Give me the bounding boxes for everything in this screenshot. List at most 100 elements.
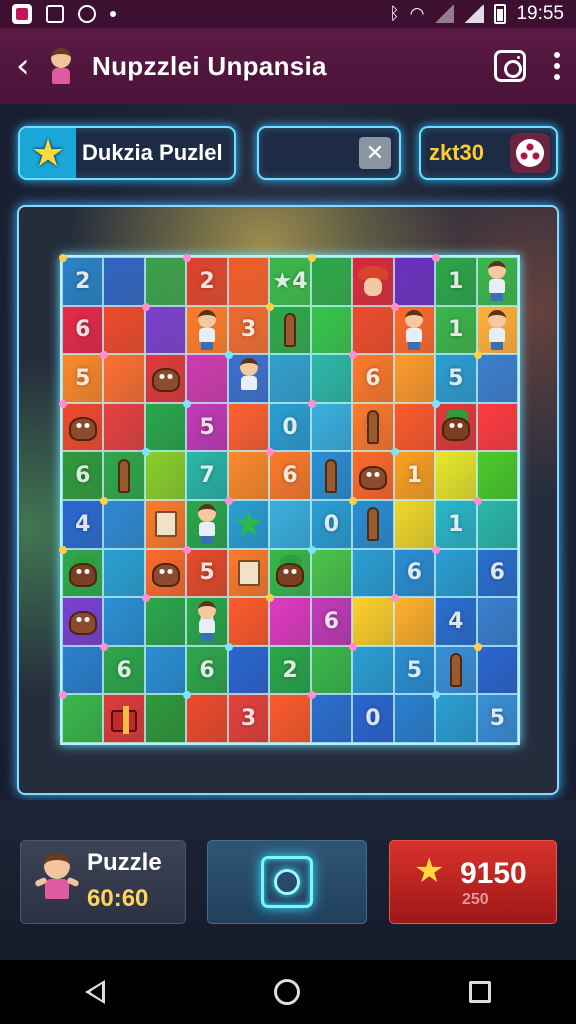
board-cell[interactable]: 1 <box>432 254 477 306</box>
back-triangle-icon[interactable] <box>84 980 105 1004</box>
board-cell[interactable] <box>227 402 270 452</box>
board-cell[interactable]: 6 <box>393 548 436 598</box>
counter-chip[interactable]: zkt30 <box>419 126 558 180</box>
board-cell[interactable] <box>393 402 436 452</box>
board-cell[interactable] <box>390 302 436 355</box>
board-cell[interactable] <box>352 597 394 646</box>
board-cell[interactable]: 5 <box>393 645 436 695</box>
board-cell[interactable] <box>393 354 436 403</box>
board-cell[interactable]: 6 <box>186 645 228 695</box>
board-cell[interactable]: 6 <box>352 402 394 452</box>
board-cell[interactable] <box>144 645 187 695</box>
board-cell[interactable] <box>144 548 187 598</box>
board-cell[interactable] <box>435 451 477 500</box>
board-cell[interactable]: 0 <box>269 402 311 452</box>
board-cell[interactable]: 1 <box>186 305 228 355</box>
board-cell[interactable] <box>59 545 104 598</box>
board-cell[interactable] <box>144 257 187 306</box>
board-cell[interactable] <box>432 399 477 452</box>
level-chip[interactable]: ★ Dukzia Puzlel <box>18 126 236 180</box>
board-cell[interactable]: 3 <box>227 305 270 355</box>
board-cell[interactable] <box>349 642 394 695</box>
board-cell[interactable] <box>144 402 187 452</box>
board-cell[interactable] <box>307 691 353 743</box>
board-cell[interactable]: 6 <box>62 305 104 355</box>
board-cell[interactable] <box>103 305 145 355</box>
board-cell[interactable] <box>393 499 436 549</box>
board-cell[interactable] <box>307 399 353 452</box>
board-cell[interactable] <box>310 451 353 500</box>
board-cell[interactable] <box>144 354 187 403</box>
target-button[interactable] <box>261 856 313 908</box>
board-cell[interactable] <box>100 496 145 549</box>
board-cell[interactable] <box>141 594 187 646</box>
board-cell[interactable] <box>224 642 270 695</box>
board-cell[interactable]: 0 <box>352 694 394 743</box>
board-cell[interactable]: 6 <box>266 448 311 500</box>
board-cell[interactable] <box>352 548 394 598</box>
board-cell[interactable] <box>103 597 145 646</box>
board-cell[interactable] <box>224 496 270 549</box>
board-cell[interactable] <box>310 305 353 355</box>
board-cell[interactable] <box>144 694 187 743</box>
board-cell[interactable] <box>62 645 104 695</box>
board-cell[interactable]: 6 <box>476 548 518 598</box>
board-cell[interactable] <box>476 305 518 355</box>
board-cell[interactable] <box>227 257 270 306</box>
home-circle-icon[interactable] <box>273 979 300 1005</box>
board-cell[interactable]: 2 <box>183 254 228 306</box>
board-cell[interactable] <box>227 451 270 500</box>
board-cell[interactable]: 2 <box>59 254 104 306</box>
board-cell[interactable]: 5 <box>183 545 228 598</box>
recent-square-icon[interactable] <box>469 981 492 1003</box>
board-cell[interactable]: 6 <box>100 642 145 695</box>
board-cell[interactable]: 0 <box>310 499 353 549</box>
board-cell[interactable] <box>352 451 394 500</box>
board-cell[interactable] <box>269 694 311 743</box>
board-cell[interactable]: 7 <box>186 451 228 500</box>
board-cell[interactable] <box>227 548 270 598</box>
search-chip[interactable]: ✕ <box>257 126 401 180</box>
board-cell[interactable]: 1 <box>435 305 477 355</box>
board-cell[interactable] <box>144 499 187 549</box>
board-cell[interactable] <box>59 399 104 452</box>
board-cell[interactable] <box>103 451 145 500</box>
board-cell[interactable]: 5 <box>476 694 518 743</box>
board-cell[interactable] <box>62 597 104 646</box>
board-cell[interactable] <box>227 597 270 646</box>
board-cell[interactable] <box>473 642 518 695</box>
puzzle-timer-card[interactable]: Puzzle 60:60 <box>20 840 186 924</box>
board-cell[interactable]: 4 <box>435 597 477 646</box>
board-cell[interactable] <box>103 548 145 598</box>
board-cell[interactable] <box>141 448 187 500</box>
board-cell[interactable] <box>183 691 228 743</box>
board-cell[interactable]: 0 <box>186 597 228 646</box>
board-cell[interactable] <box>476 451 518 500</box>
board-cell[interactable] <box>393 257 436 306</box>
more-menu-icon[interactable] <box>554 52 560 80</box>
board-cell[interactable] <box>476 257 518 306</box>
board-cell[interactable]: 5 <box>62 354 104 403</box>
board-cell[interactable] <box>269 499 311 549</box>
board-cell[interactable] <box>390 594 436 646</box>
board-cell[interactable]: 1 <box>435 499 477 549</box>
board-cell[interactable] <box>476 402 518 452</box>
board-cell[interactable]: 5 <box>183 399 228 452</box>
board-cell[interactable] <box>310 645 353 695</box>
action-card[interactable] <box>207 840 367 924</box>
board-cell[interactable] <box>186 354 228 403</box>
board-cell[interactable]: 4 <box>62 499 104 549</box>
board-cell[interactable] <box>224 351 270 403</box>
board-cell[interactable] <box>103 257 145 306</box>
board-cell[interactable] <box>100 351 145 403</box>
board-cell[interactable] <box>435 645 477 695</box>
board-cell[interactable]: 6 <box>62 451 104 500</box>
board-cell[interactable] <box>141 302 187 355</box>
score-card[interactable]: ★ 9150 250 <box>389 840 557 924</box>
board-cell[interactable] <box>103 694 145 743</box>
board-cell[interactable]: ★4 <box>269 257 311 306</box>
back-arrow-icon[interactable]: ‹ <box>16 46 40 86</box>
board-cell[interactable]: 3 <box>227 694 270 743</box>
board-cell[interactable] <box>432 545 477 598</box>
close-icon[interactable]: ✕ <box>359 137 391 169</box>
